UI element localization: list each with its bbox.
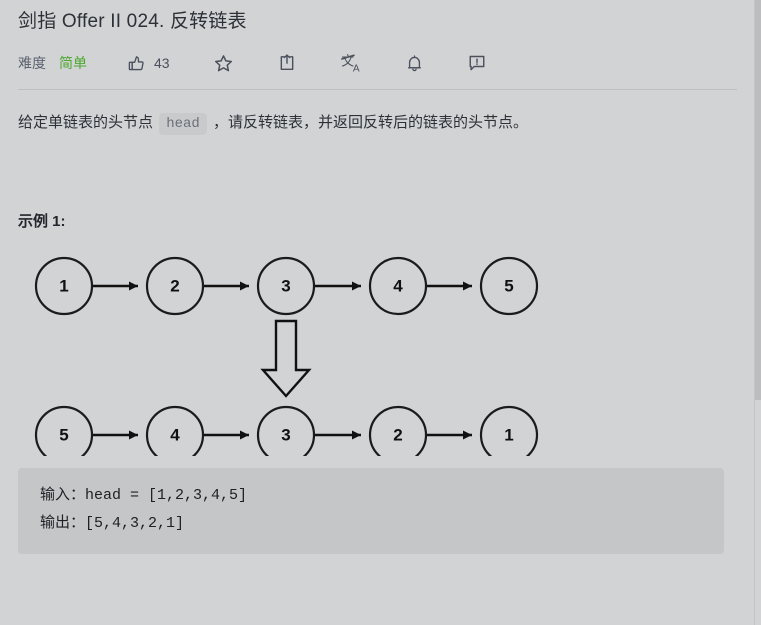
description-part-2: ，请反转链表，并返回反转后的链表的头节点。 (212, 114, 528, 131)
output-list-group: 5 4 3 2 1 (34, 405, 539, 456)
linked-list-svg: 1 2 3 4 5 5 4 3 2 1 (34, 256, 539, 456)
share-icon (277, 53, 297, 73)
node-value: 1 (504, 426, 513, 445)
like-button[interactable]: 43 (127, 54, 170, 73)
node-value: 2 (170, 277, 179, 296)
thumbs-up-icon (127, 54, 146, 73)
node-value: 3 (281, 277, 290, 296)
star-icon (213, 53, 234, 74)
code-line-input: 输入：head = [1,2,3,4,5] (40, 487, 248, 504)
down-block-arrow-icon (260, 319, 312, 398)
inline-code-head: head (159, 113, 207, 135)
difficulty-value[interactable]: 简单 (59, 53, 87, 73)
bell-icon (405, 54, 424, 73)
example-heading: 示例 1: (18, 213, 66, 230)
node-value: 5 (59, 426, 68, 445)
linked-list-diagram: 1 2 3 4 5 5 4 3 2 1 (18, 241, 737, 456)
report-button[interactable] (467, 53, 487, 73)
report-icon (467, 53, 487, 73)
favorite-button[interactable] (213, 53, 234, 74)
header-divider (18, 89, 737, 90)
input-list-group: 1 2 3 4 5 (34, 256, 539, 316)
like-count: 43 (154, 55, 170, 71)
difficulty-label: 难度 (18, 55, 46, 71)
node-value: 4 (170, 426, 180, 445)
node-value: 1 (59, 277, 68, 296)
problem-page: 剑指 Offer II 024. 反转链表 难度 简单 43 文 A 给定单链表… (0, 0, 755, 554)
node-value: 5 (504, 277, 513, 296)
node-value: 4 (393, 277, 403, 296)
description-part-1: 给定单链表的头节点 (18, 114, 154, 131)
node-value: 3 (281, 426, 290, 445)
share-button[interactable] (277, 53, 297, 73)
svg-text:A: A (352, 63, 359, 74)
problem-meta-row: 难度 简单 43 文 A (18, 43, 737, 83)
translate-icon: 文 A (340, 52, 362, 74)
output-list-nodes: 5 4 3 2 1 (34, 405, 539, 456)
example-code-block: 输入：head = [1,2,3,4,5] 输出：[5,4,3,2,1] (18, 468, 724, 554)
page-scrollbar[interactable] (754, 0, 761, 625)
page-title: 剑指 Offer II 024. 反转链表 (18, 11, 247, 32)
translate-button[interactable]: 文 A (340, 52, 362, 74)
code-line-output: 输出：[5,4,3,2,1] (40, 515, 185, 532)
problem-description: 给定单链表的头节点 head ，请反转链表，并返回反转后的链表的头节点。 (18, 107, 724, 140)
notify-button[interactable] (405, 54, 424, 73)
page-scrollbar-thumb[interactable] (755, 0, 761, 400)
node-value: 2 (393, 426, 402, 445)
